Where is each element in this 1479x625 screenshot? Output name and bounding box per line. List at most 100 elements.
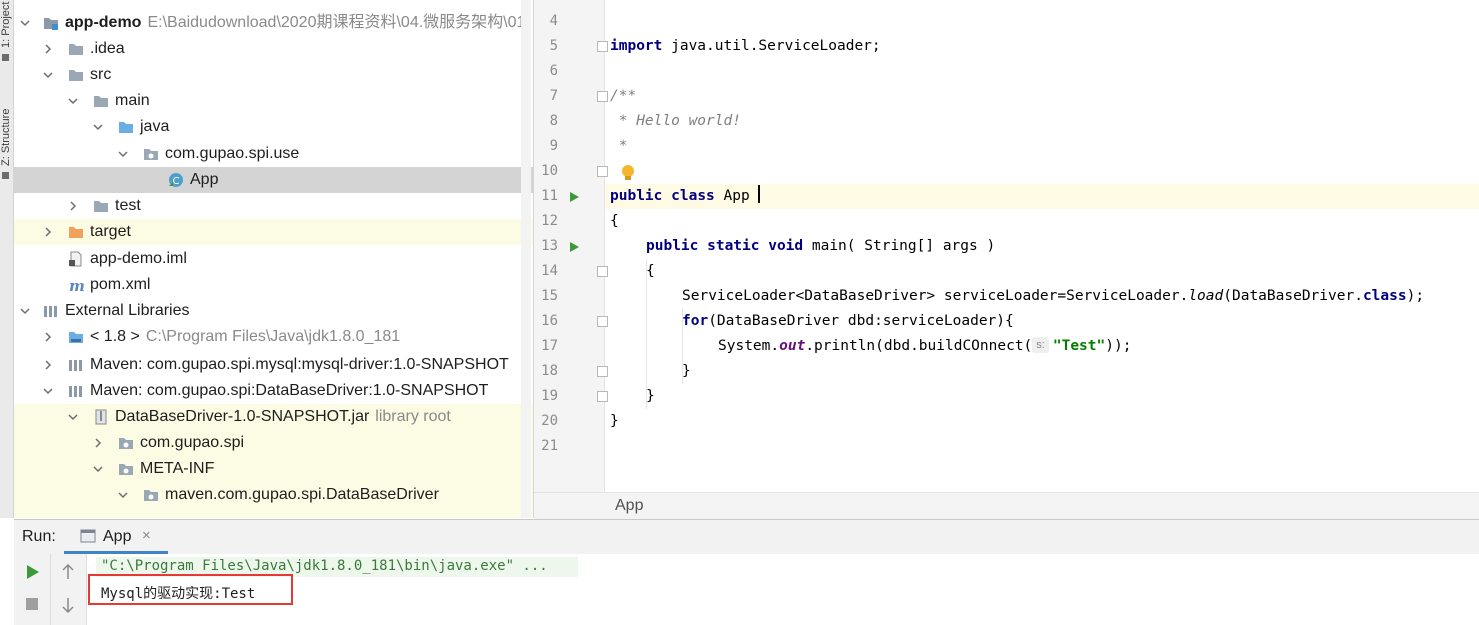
run-tab-label: App <box>103 528 132 545</box>
library-icon <box>69 386 82 397</box>
fold-marker-icon[interactable] <box>597 91 608 102</box>
chevron-down-icon[interactable] <box>20 306 30 316</box>
editor-breadcrumb[interactable]: App <box>534 492 1479 519</box>
source-folder-icon <box>119 122 133 133</box>
chevron-down-icon[interactable] <box>93 464 103 474</box>
tree-label: app-demo.iml <box>90 250 187 267</box>
tree-item-maven-mysql[interactable]: Maven: com.gupao.spi.mysql:mysql-driver:… <box>14 352 533 378</box>
chevron-down-icon[interactable] <box>93 122 103 132</box>
run-tab-app[interactable]: App × <box>64 520 168 554</box>
fold-marker-icon[interactable] <box>597 266 608 277</box>
code-token: ); <box>1406 288 1425 304</box>
code-token: )); <box>1105 338 1132 354</box>
stop-icon[interactable] <box>26 598 38 610</box>
chevron-right-icon[interactable] <box>43 44 53 54</box>
chevron-down-icon[interactable] <box>43 70 53 80</box>
line-number: 13 <box>541 238 558 254</box>
svg-text:C: C <box>173 176 180 187</box>
tree-item-test[interactable]: test <box>14 193 533 219</box>
run-console: "C:\Program Files\Java\jdk1.8.0_181\bin\… <box>14 554 1479 625</box>
close-icon[interactable]: × <box>142 527 151 544</box>
lightbulb-icon[interactable] <box>620 164 636 182</box>
fold-marker-icon[interactable] <box>597 316 608 327</box>
chevron-down-icon[interactable] <box>118 490 128 500</box>
run-class-icon[interactable] <box>570 192 579 202</box>
line-number: 7 <box>549 88 558 104</box>
jdk-path: C:\Program Files\Java\jdk1.8.0_181 <box>145 328 401 345</box>
code-line-20: } <box>610 413 619 429</box>
tree-label: com.gupao.spi <box>140 434 245 451</box>
tree-item-app-demo[interactable]: app-demo E:\Baidudownload\2020期课程资料\04.微服… <box>14 10 533 36</box>
chevron-down-icon[interactable] <box>20 18 30 28</box>
line-number: 15 <box>541 288 558 304</box>
code-token: System. <box>718 338 780 354</box>
fold-marker-icon[interactable] <box>597 391 608 402</box>
line-number: 16 <box>541 313 558 329</box>
tree-item-package[interactable]: com.gupao.spi.use <box>14 141 533 167</box>
arrow-down-icon[interactable] <box>61 597 75 613</box>
tree-item-java[interactable]: java <box>14 114 533 140</box>
line-number: 9 <box>549 138 558 154</box>
chevron-right-icon[interactable] <box>43 227 53 237</box>
file-icon <box>69 251 82 267</box>
tree-label: main <box>115 92 150 109</box>
breadcrumb-item[interactable]: App <box>615 493 643 519</box>
code-token: App <box>714 188 759 204</box>
arrow-up-icon[interactable] <box>61 564 75 580</box>
chevron-right-icon[interactable] <box>93 438 103 448</box>
chevron-down-icon[interactable] <box>68 412 78 422</box>
code-editor[interactable]: 4 5 6 7 8 9 10 11 12 13 14 15 16 17 18 19 20 21 import ja… <box>534 0 1479 492</box>
chevron-down-icon[interactable] <box>43 386 53 396</box>
tree-item-idea[interactable]: .idea <box>14 36 533 62</box>
code-line-12: { <box>610 213 619 229</box>
tree-item-app[interactable]: C App <box>14 167 533 193</box>
run-main-icon[interactable] <box>570 242 579 252</box>
code-line-11: public class App <box>610 184 761 209</box>
tree-item-jdk[interactable]: < 1.8 > C:\Program Files\Java\jdk1.8.0_18… <box>14 324 533 350</box>
code-token: import <box>610 38 663 54</box>
tree-item-maven-databasedriver[interactable]: Maven: com.gupao.spi:DataBaseDriver:1.0-… <box>14 378 533 404</box>
tree-item-jar-package[interactable]: com.gupao.spi <box>14 430 533 456</box>
chevron-right-icon[interactable] <box>68 201 78 211</box>
code-token: class <box>671 188 715 204</box>
tree-item-iml[interactable]: app-demo.iml <box>14 246 533 272</box>
folder-icon <box>69 44 83 55</box>
code-token: (DataBaseDriver. <box>1223 288 1363 304</box>
chevron-down-icon[interactable] <box>118 149 128 159</box>
tree-item-src[interactable]: src <box>14 62 533 88</box>
project-tool-tab[interactable]: 1: Project <box>0 0 13 48</box>
code-line-18: } <box>682 363 691 379</box>
fold-marker-icon[interactable] <box>597 166 608 177</box>
java-class-icon: C <box>169 173 183 187</box>
line-number: 5 <box>549 38 558 54</box>
tree-item-main[interactable]: main <box>14 88 533 114</box>
tree-item-pom[interactable]: m pom.xml <box>14 272 533 298</box>
code-line-19: } <box>646 388 655 404</box>
fold-marker-icon[interactable] <box>597 366 608 377</box>
folder-icon <box>94 201 108 212</box>
toolbar-divider <box>50 554 51 625</box>
tree-item-maven-dir[interactable]: maven.com.gupao.spi.DataBaseDriver <box>14 482 533 508</box>
tree-label: target <box>90 223 131 240</box>
tree-item-jar[interactable]: DataBaseDriver-1.0-SNAPSHOT.jar library r… <box>14 404 533 430</box>
tree-scrollbar[interactable] <box>521 0 531 518</box>
chevron-right-icon[interactable] <box>43 332 53 342</box>
tree-item-external-libraries[interactable]: External Libraries <box>14 298 533 324</box>
tree-root-path: E:\Baidudownload\2020期课程资料\04.微服务架构\01. <box>147 14 530 31</box>
project-tree: app-demo E:\Baidudownload\2020期课程资料\04.微服… <box>14 0 534 518</box>
rerun-icon[interactable] <box>27 565 39 579</box>
package-icon <box>119 438 133 449</box>
jar-hint: library root <box>375 408 451 425</box>
code-line-16: for(DataBaseDriver dbd:serviceLoader){ <box>682 309 1014 334</box>
line-number: 21 <box>541 438 558 454</box>
tree-item-meta-inf[interactable]: META-INF <box>14 456 533 482</box>
structure-tool-tab[interactable]: Z: Structure <box>0 86 13 166</box>
code-token: out <box>779 338 806 354</box>
code-token: public <box>610 188 663 204</box>
chevron-down-icon[interactable] <box>68 96 78 106</box>
tree-item-target[interactable]: target <box>14 219 533 245</box>
chevron-right-icon[interactable] <box>43 360 53 370</box>
maven-file-icon: m <box>69 277 84 293</box>
tree-label: Maven: com.gupao.spi:DataBaseDriver:1.0-… <box>90 382 489 399</box>
fold-marker-icon[interactable] <box>597 41 608 52</box>
